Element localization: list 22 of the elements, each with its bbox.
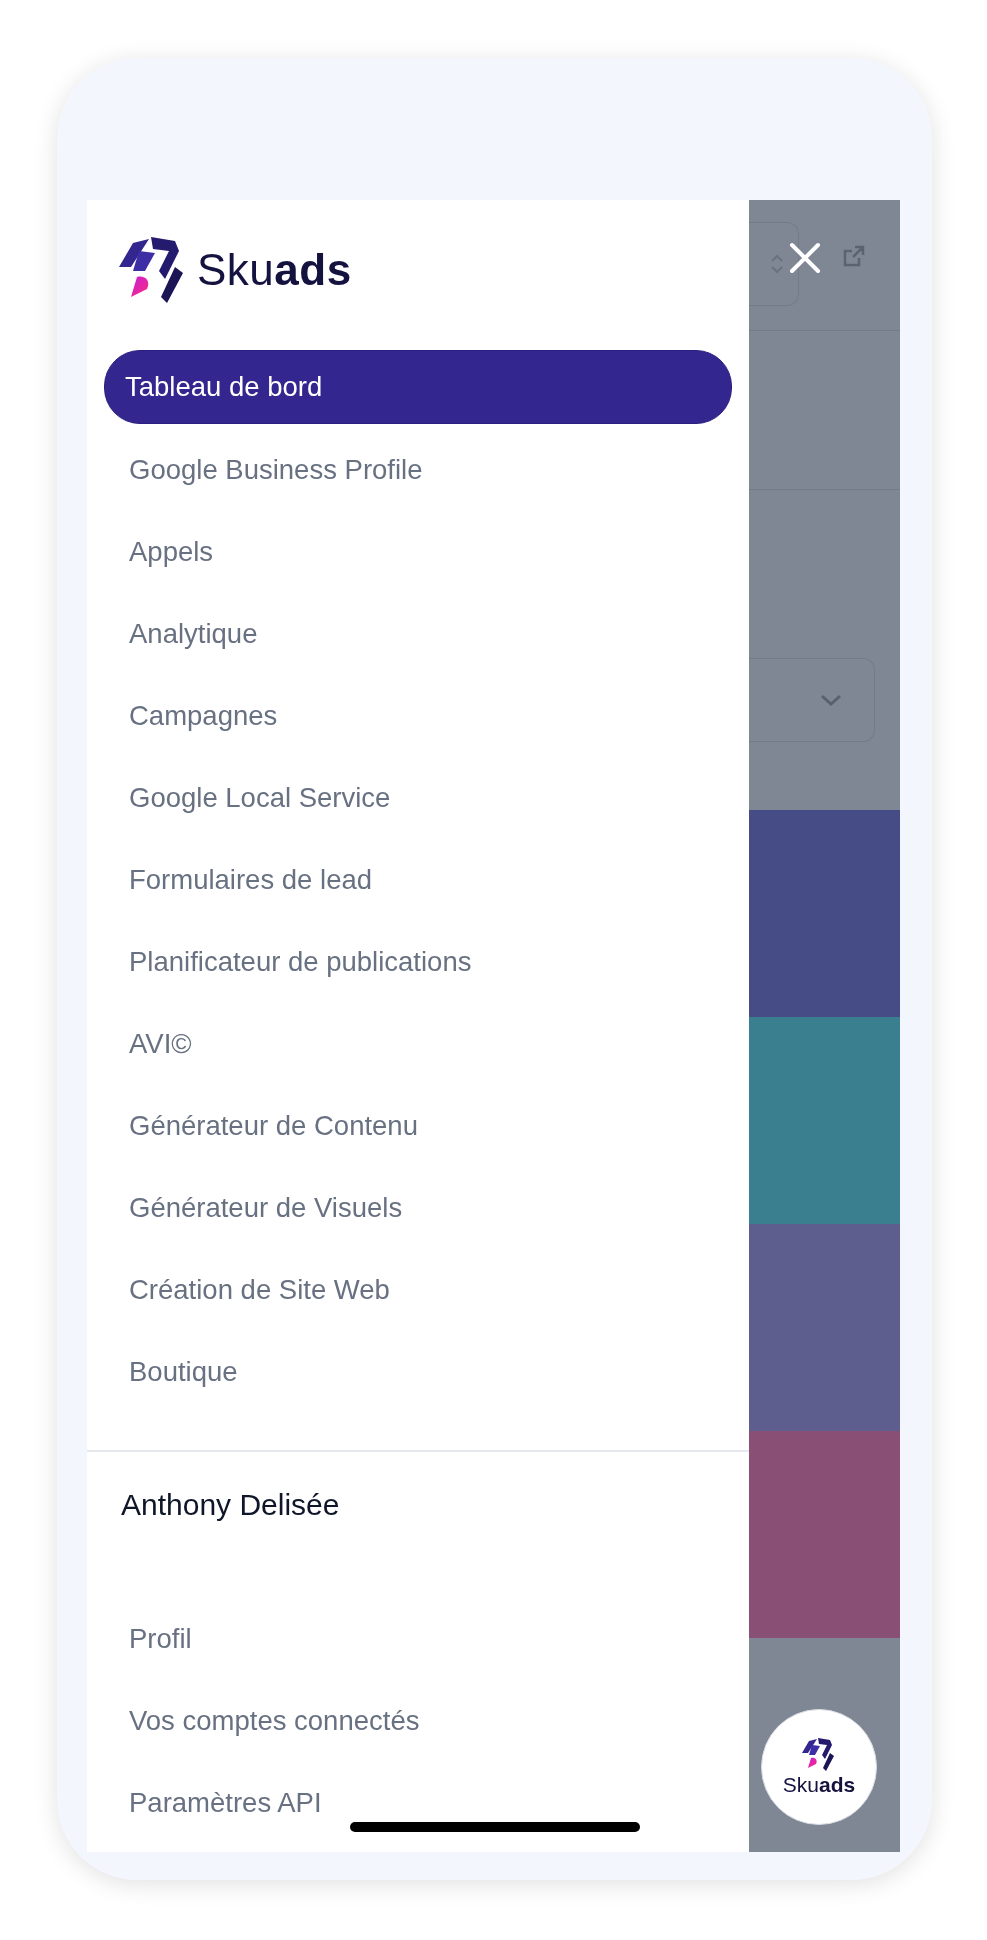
nav-item[interactable]: Google Business Profile (104, 434, 732, 506)
nav-item[interactable]: Google Local Service (104, 762, 732, 834)
nav-item[interactable]: Formulaires de lead (104, 844, 732, 916)
nav-item[interactable]: Générateur de Contenu (104, 1090, 732, 1162)
nav-item[interactable]: Création de Site Web (104, 1254, 732, 1326)
user-name: Anthony Delisée (120, 1487, 341, 1523)
nav-item[interactable]: Campagnes (104, 680, 732, 752)
account-menu-item[interactable]: Paramètres API (104, 1767, 732, 1839)
nav-item[interactable]: Analytique (104, 598, 732, 670)
nav-item[interactable]: Planificateur de publications (104, 926, 732, 998)
close-button[interactable] (787, 240, 823, 276)
nav-item[interactable]: Tableau de bord (104, 350, 732, 424)
account-menu-item[interactable]: Profil (104, 1603, 732, 1675)
brand-name: Skuads (197, 245, 352, 295)
nav-item[interactable]: Générateur de Visuels (104, 1172, 732, 1244)
nav-item[interactable]: AVI© (104, 1008, 732, 1080)
rocket-logo-icon (801, 1737, 837, 1771)
nav-item[interactable]: Boutique (104, 1336, 732, 1408)
brand-name: Skuads (782, 1772, 856, 1797)
account-menu-item[interactable]: Vos comptes connectés (104, 1685, 732, 1757)
chevron-down-icon (820, 694, 842, 706)
nav-item[interactable]: Appels (104, 516, 732, 588)
